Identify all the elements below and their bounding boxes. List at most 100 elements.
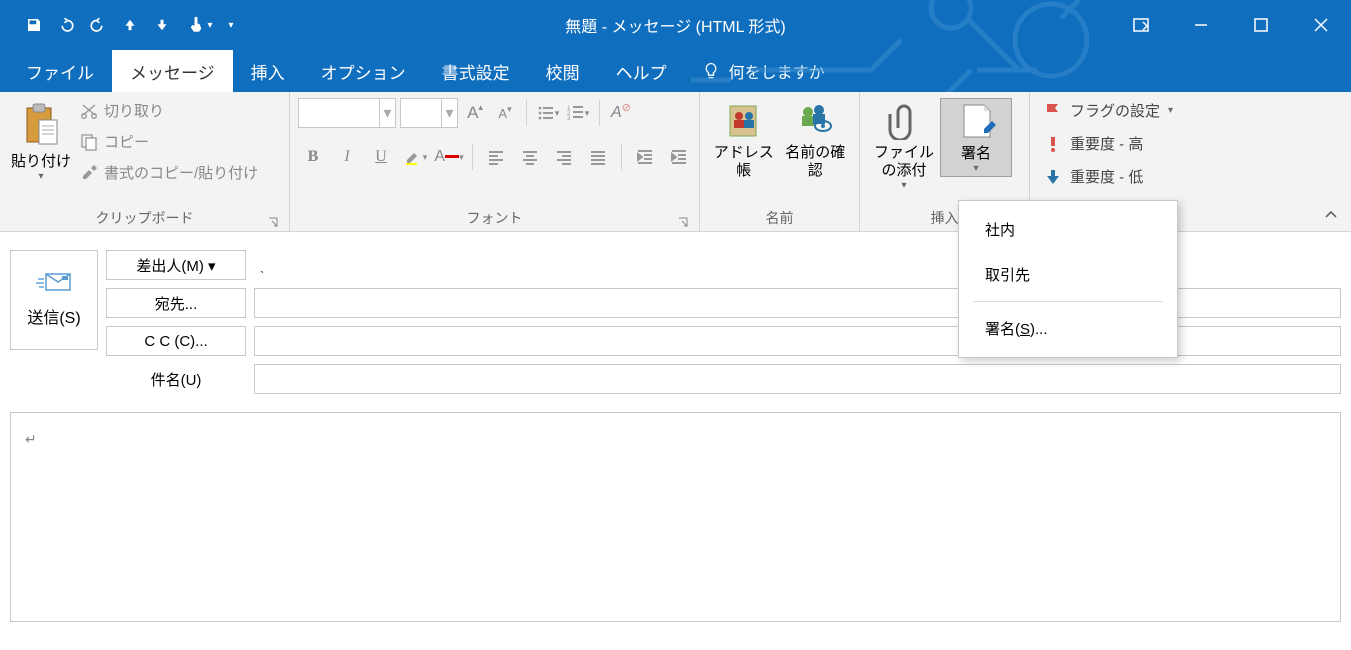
signature-menu: 社内 取引先 署名(S)... — [958, 200, 1178, 358]
grow-font-button[interactable]: A▴ — [462, 99, 488, 127]
redo-icon — [89, 16, 107, 34]
paste-button[interactable]: 貼り付け ▾ — [8, 98, 74, 182]
align-right-icon — [555, 148, 573, 166]
send-button[interactable]: 送信(S) — [10, 250, 98, 350]
arrow-down-icon — [153, 16, 171, 34]
font-color-button[interactable]: A▾ — [434, 142, 464, 172]
cut-label: 切り取り — [104, 100, 164, 121]
paperclip-icon — [884, 100, 924, 140]
exclamation-icon — [1044, 135, 1062, 153]
signature-menu-item-internal[interactable]: 社内 — [959, 207, 1177, 252]
attach-file-label: ファイルの添付 — [868, 144, 940, 180]
indent-icon — [670, 148, 688, 166]
numbering-icon: 123 — [567, 104, 585, 122]
format-painter-label: 書式のコピー/貼り付け — [104, 162, 258, 183]
tab-insert[interactable]: 挿入 — [233, 50, 303, 92]
copy-button[interactable]: コピー — [80, 131, 258, 152]
undo-button[interactable] — [52, 11, 80, 39]
next-item-button[interactable] — [148, 11, 176, 39]
svg-text:3: 3 — [567, 116, 571, 122]
qat-customize-button[interactable]: ▾ — [224, 11, 238, 39]
align-center-button[interactable] — [515, 142, 545, 172]
group-insert-label: 挿入 — [931, 210, 959, 226]
font-size-combo[interactable]: ▾ — [400, 98, 458, 128]
quick-access-toolbar: ▾ ▾ — [0, 11, 238, 39]
minimize-button[interactable] — [1171, 0, 1231, 50]
chevron-down-icon: ▾ — [379, 99, 395, 127]
clipboard-launcher-button[interactable] — [267, 216, 279, 228]
paragraph-mark-icon: ↵ — [25, 431, 37, 447]
importance-high-label: 重要度 - 高 — [1070, 133, 1143, 154]
bold-button[interactable]: B — [298, 142, 328, 172]
minimize-icon — [1193, 17, 1209, 33]
to-button[interactable]: 宛先... — [106, 288, 246, 318]
maximize-button[interactable] — [1231, 0, 1291, 50]
group-names: アドレス帳 名前の確認 名前 — [700, 92, 860, 231]
group-clipboard: 貼り付け ▾ 切り取り コピー 書式のコピー/貼り付け クリップボード — [0, 92, 290, 231]
signature-menu-signatures[interactable]: 署名(S)... — [959, 306, 1177, 351]
tell-me-label: 何をしますか — [729, 59, 825, 83]
numbering-button[interactable]: 123▾ — [565, 99, 591, 127]
clear-formatting-button[interactable]: A⊘ — [608, 99, 634, 127]
outdent-icon — [636, 148, 654, 166]
arrow-up-icon — [121, 16, 139, 34]
cc-button[interactable]: C C (C)... — [106, 326, 246, 356]
underline-button[interactable]: U — [366, 142, 396, 172]
paste-label: 貼り付け — [11, 150, 71, 171]
redo-button[interactable] — [84, 11, 112, 39]
signature-icon — [956, 101, 996, 141]
touch-mode-button[interactable]: ▾ — [180, 11, 220, 39]
ribbon-display-options-button[interactable] — [1111, 0, 1171, 50]
chevron-down-icon: ▾ — [441, 99, 457, 127]
check-names-label: 名前の確認 — [780, 144, 852, 180]
undo-icon — [57, 16, 75, 34]
collapse-ribbon-button[interactable] — [1321, 205, 1341, 225]
prev-item-button[interactable] — [116, 11, 144, 39]
tab-help[interactable]: ヘルプ — [598, 50, 685, 92]
tab-options[interactable]: オプション — [303, 50, 424, 92]
tell-me-search[interactable]: 何をしますか — [685, 50, 841, 92]
tab-format[interactable]: 書式設定 — [424, 50, 528, 92]
arrow-down-blue-icon — [1044, 168, 1062, 186]
maximize-icon — [1253, 17, 1269, 33]
follow-up-flag-button[interactable]: フラグの設定 ▾ — [1044, 100, 1173, 121]
shrink-font-button[interactable]: A▾ — [492, 99, 518, 127]
importance-high-button[interactable]: 重要度 - 高 — [1044, 133, 1173, 154]
align-right-button[interactable] — [549, 142, 579, 172]
decrease-indent-button[interactable] — [630, 142, 660, 172]
highlight-button[interactable]: ▾ — [400, 142, 430, 172]
copy-label: コピー — [104, 131, 149, 152]
cut-button[interactable]: 切り取り — [80, 100, 258, 121]
attach-file-button[interactable]: ファイルの添付 ▾ — [868, 98, 940, 191]
paste-icon — [23, 102, 59, 146]
message-body[interactable]: ↵ — [10, 412, 1341, 622]
subject-label: 件名(U) — [106, 369, 246, 390]
align-justify-icon — [589, 148, 607, 166]
close-button[interactable] — [1291, 0, 1351, 50]
font-launcher-button[interactable] — [677, 216, 689, 228]
tab-review[interactable]: 校閲 — [528, 50, 598, 92]
group-font-label: フォント — [467, 210, 523, 226]
align-justify-button[interactable] — [583, 142, 613, 172]
italic-button[interactable]: I — [332, 142, 362, 172]
align-center-icon — [521, 148, 539, 166]
from-button[interactable]: 差出人(M) ▾ — [106, 250, 246, 280]
check-names-button[interactable]: 名前の確認 — [780, 98, 852, 180]
save-button[interactable] — [20, 11, 48, 39]
signature-button[interactable]: 署名 ▾ — [940, 98, 1012, 177]
tab-message[interactable]: メッセージ — [112, 50, 233, 92]
signature-menu-item-client[interactable]: 取引先 — [959, 252, 1177, 297]
chevron-up-icon — [1323, 207, 1339, 223]
align-left-button[interactable] — [481, 142, 511, 172]
subject-input[interactable] — [254, 364, 1341, 394]
format-painter-button[interactable]: 書式のコピー/貼り付け — [80, 162, 258, 183]
increase-indent-button[interactable] — [664, 142, 694, 172]
bullets-button[interactable]: ▾ — [535, 99, 561, 127]
tab-file[interactable]: ファイル — [8, 50, 112, 92]
flag-icon — [1044, 102, 1062, 120]
brush-icon — [80, 164, 98, 182]
save-icon — [25, 16, 43, 34]
importance-low-button[interactable]: 重要度 - 低 — [1044, 166, 1173, 187]
address-book-button[interactable]: アドレス帳 — [708, 98, 780, 180]
font-name-combo[interactable]: ▾ — [298, 98, 396, 128]
